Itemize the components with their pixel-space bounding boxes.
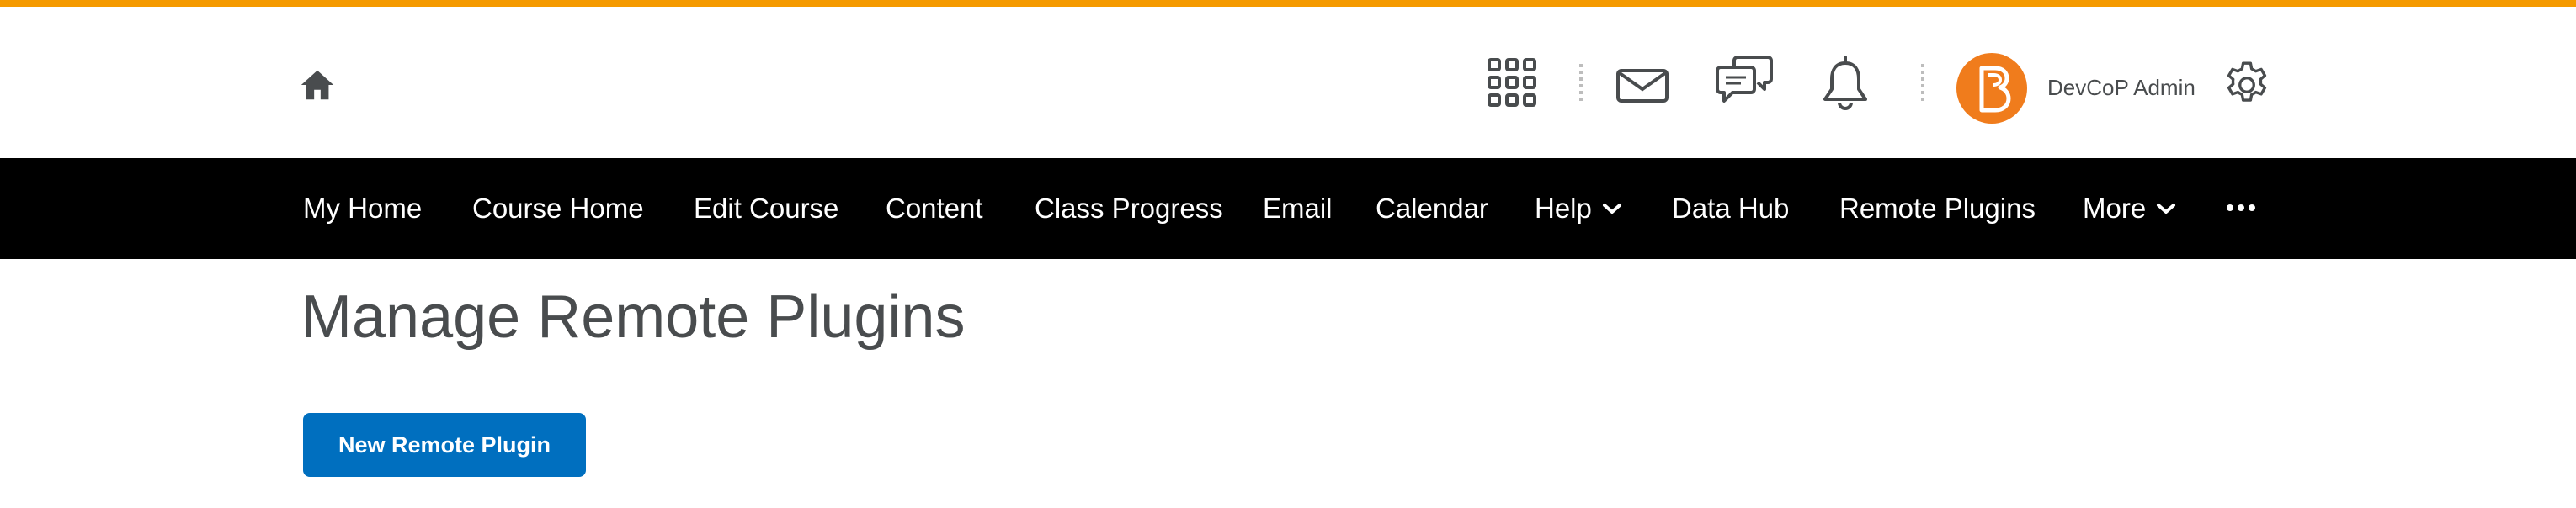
course-navbar: My Home Course Home Edit Course Content … xyxy=(0,158,2576,259)
chat-bubbles-icon[interactable] xyxy=(1716,56,1773,109)
user-name[interactable]: DevCoP Admin xyxy=(2047,72,2195,103)
nav-item-more[interactable]: More xyxy=(2083,158,2176,259)
home-icon[interactable] xyxy=(298,66,337,104)
nav-item-my-home[interactable]: My Home xyxy=(303,158,422,259)
new-remote-plugin-button[interactable]: New Remote Plugin xyxy=(303,413,586,477)
chevron-down-icon xyxy=(1602,204,1621,214)
nav-item-help-label: Help xyxy=(1535,193,1592,224)
nav-item-course-home[interactable]: Course Home xyxy=(472,158,644,259)
nav-item-email[interactable]: Email xyxy=(1263,158,1333,259)
avatar[interactable] xyxy=(1956,53,2027,124)
page-title: Manage Remote Plugins xyxy=(301,283,966,351)
header-separator xyxy=(1921,64,1924,104)
ellipsis-icon[interactable] xyxy=(2226,204,2256,212)
minibar-header: DevCoP Admin xyxy=(0,7,2576,158)
app-grid-icon[interactable] xyxy=(1487,57,1537,108)
gear-icon[interactable] xyxy=(2221,59,2273,111)
nav-item-more-label: More xyxy=(2083,193,2147,224)
bell-icon[interactable] xyxy=(1822,56,1869,111)
envelope-icon[interactable] xyxy=(1616,69,1669,103)
nav-item-help[interactable]: Help xyxy=(1535,158,1622,259)
nav-item-content[interactable]: Content xyxy=(886,158,983,259)
nav-item-data-hub[interactable]: Data Hub xyxy=(1672,158,1789,259)
brightspace-logo-icon xyxy=(1979,66,2011,113)
chevron-down-icon xyxy=(2157,204,2176,214)
nav-item-remote-plugins[interactable]: Remote Plugins xyxy=(1839,158,2036,259)
nav-item-calendar[interactable]: Calendar xyxy=(1376,158,1488,259)
accent-bar xyxy=(0,0,2576,7)
nav-item-class-progress[interactable]: Class Progress xyxy=(1035,158,1223,259)
header-separator xyxy=(1579,64,1583,104)
nav-item-edit-course[interactable]: Edit Course xyxy=(694,158,838,259)
